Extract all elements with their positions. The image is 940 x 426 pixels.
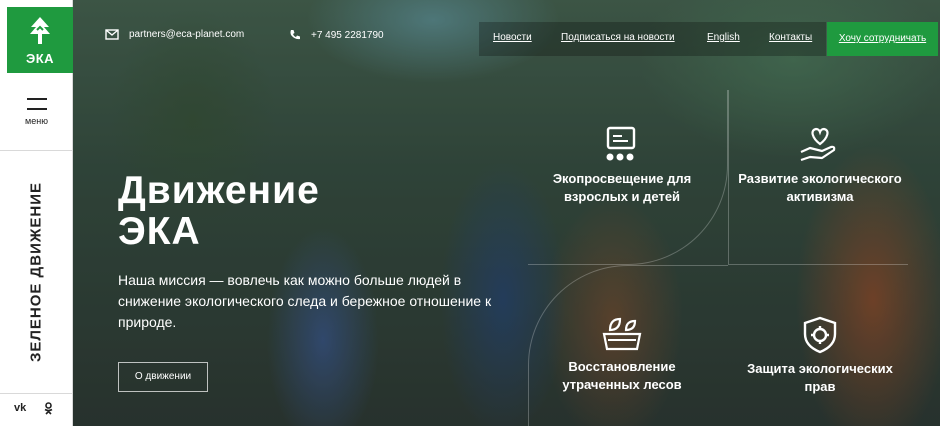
phone-icon bbox=[290, 30, 300, 40]
feature-eco-education[interactable]: Экопросвещение для взрослых и детей bbox=[537, 126, 707, 206]
phone-text: +7 495 2281790 bbox=[311, 29, 384, 41]
feature-forest-restoration[interactable]: Восстановление утраченных лесов bbox=[537, 316, 707, 394]
menu-button[interactable]: меню bbox=[0, 90, 73, 145]
divider bbox=[0, 150, 73, 151]
feature-eco-rights[interactable]: Защита экологических прав bbox=[735, 316, 905, 396]
seedling-box-icon bbox=[602, 317, 642, 351]
about-button[interactable]: О движении bbox=[118, 362, 208, 392]
mission-text: Наша миссия — вовлечь как можно больше л… bbox=[118, 272, 492, 330]
nav-english[interactable]: English bbox=[707, 32, 740, 43]
hero-title: Движение ЭКА bbox=[118, 170, 320, 252]
hamburger-icon-bar bbox=[26, 108, 47, 110]
feature-label: Экопросвещение для взрослых и детей bbox=[552, 171, 692, 204]
ok-icon[interactable] bbox=[44, 402, 53, 418]
presentation-icon bbox=[606, 126, 636, 161]
hero-photo: partners@eca-planet.com +7 495 2281790 Н… bbox=[73, 0, 940, 426]
divider bbox=[0, 393, 73, 394]
cooperate-button[interactable]: Хочу сотрудничать bbox=[827, 22, 938, 56]
email-text: partners@eca-planet.com bbox=[129, 29, 245, 40]
tree-logo-icon bbox=[30, 17, 50, 44]
vk-icon[interactable]: vk bbox=[14, 402, 26, 414]
hero-title-line1: Движение bbox=[118, 169, 320, 212]
top-nav: Новости Подписаться на новости English К… bbox=[479, 22, 826, 56]
feature-label: Развитие экологического активизма bbox=[738, 171, 902, 204]
shield-gear-icon bbox=[803, 316, 837, 354]
feature-label: Защита экологических прав bbox=[747, 361, 893, 394]
logo[interactable]: ЭКА bbox=[7, 7, 73, 73]
phone-contact[interactable]: +7 495 2281790 bbox=[289, 29, 384, 41]
top-bar: partners@eca-planet.com +7 495 2281790 Н… bbox=[73, 22, 940, 56]
menu-label: меню bbox=[25, 116, 48, 126]
email-contact[interactable]: partners@eca-planet.com bbox=[105, 29, 244, 40]
feature-label: Восстановление утраченных лесов bbox=[562, 359, 682, 392]
heart-hand-icon bbox=[800, 127, 836, 162]
hamburger-icon bbox=[26, 98, 47, 100]
nav-news[interactable]: Новости bbox=[493, 32, 532, 43]
hero-title-line2: ЭКА bbox=[118, 210, 201, 253]
nav-contacts[interactable]: Контакты bbox=[769, 32, 812, 43]
logo-text: ЭКА bbox=[25, 51, 55, 66]
nav-subscribe[interactable]: Подписаться на новости bbox=[561, 32, 675, 43]
sidebar: ЭКА меню ЗЕЛЕНОЕ ДВИЖЕНИЕ vk bbox=[0, 0, 73, 426]
feature-activism[interactable]: Развитие экологического активизма bbox=[735, 126, 905, 206]
sidebar-vertical-text: ЗЕЛЕНОЕ ДВИЖЕНИЕ bbox=[27, 181, 45, 363]
mail-icon bbox=[105, 29, 119, 40]
